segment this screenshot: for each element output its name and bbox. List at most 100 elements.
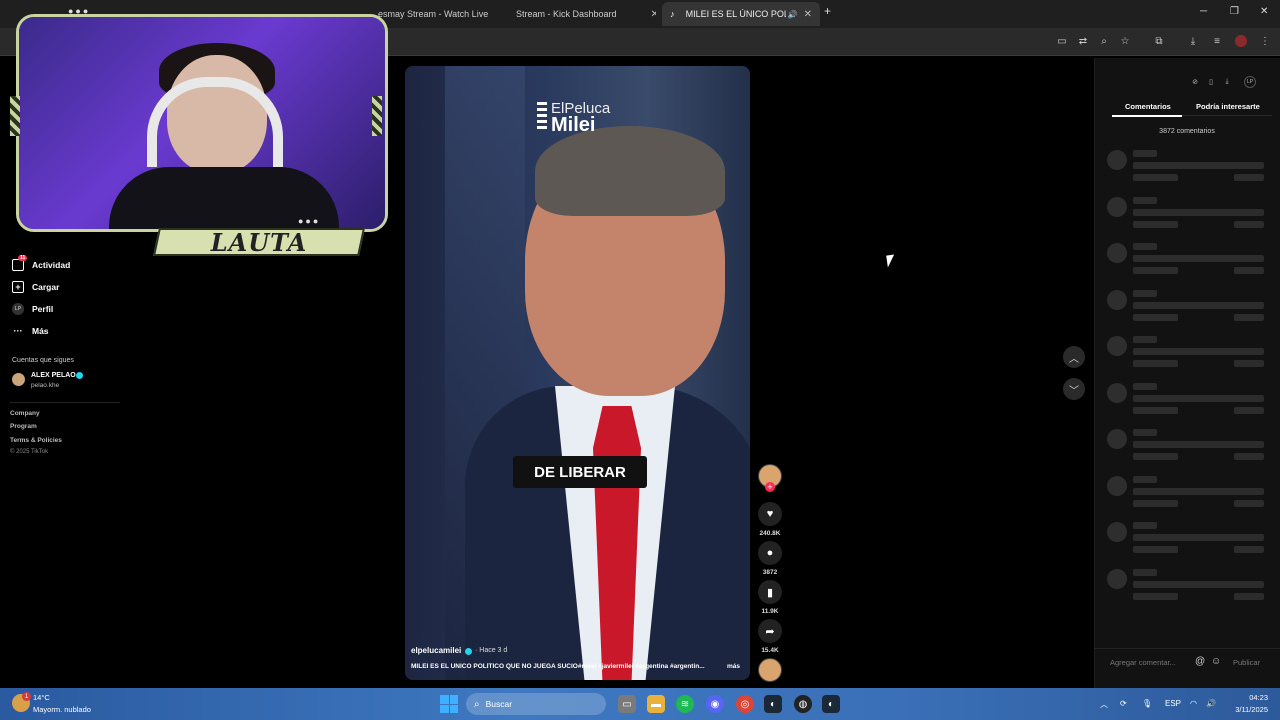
wifi-icon[interactable]: ◠ xyxy=(1190,699,1197,708)
zoom-icon[interactable]: ⌕ xyxy=(1098,35,1110,47)
comment-skeleton-line xyxy=(1133,546,1178,553)
restore-icon[interactable]: ❐ xyxy=(1230,6,1239,17)
device-icon[interactable]: ▯ xyxy=(1205,76,1217,88)
steam-app-icon[interactable]: ◐ xyxy=(822,695,840,713)
channel-logo-bottom: Milei xyxy=(551,114,596,136)
microphone-icon[interactable]: 🎙 xyxy=(1142,699,1152,708)
tiktok-logo-icon: ♪ xyxy=(670,9,675,19)
comment-skeleton-avatar xyxy=(1107,150,1127,170)
download-icon[interactable]: ⤓ xyxy=(1187,35,1199,47)
share-icon: ➦ xyxy=(765,625,775,638)
sound-avatar[interactable] xyxy=(758,658,782,682)
publish-button[interactable]: Publicar xyxy=(1233,658,1260,667)
mention-icon[interactable]: @ xyxy=(1195,656,1205,667)
like-button[interactable]: ♥ xyxy=(758,502,782,526)
heart-icon: ♥ xyxy=(766,508,774,520)
comment-skeleton-line xyxy=(1133,336,1157,343)
obs-icon[interactable]: ◍ xyxy=(794,695,812,713)
follow-plus-icon[interactable]: + xyxy=(765,482,775,492)
comment-skeleton-line xyxy=(1133,267,1178,274)
following-account-name[interactable]: ALEX PELAO xyxy=(31,372,76,379)
more-icon: ··· xyxy=(13,326,23,336)
footer-terms-link[interactable]: Terms & Policies xyxy=(10,437,62,444)
comment-skeleton-line xyxy=(1234,360,1264,367)
see-more-link[interactable]: más xyxy=(727,663,740,670)
comment-skeleton-line xyxy=(1133,255,1264,262)
notification-badge: 1 xyxy=(22,692,31,701)
sidebar-item-profile[interactable]: LP Perfil xyxy=(12,303,53,315)
user-avatar[interactable]: LP xyxy=(1244,76,1256,88)
following-account-username[interactable]: pelao.khe xyxy=(31,382,59,389)
comment-icon: ● xyxy=(766,547,774,559)
sidebar-item-activity[interactable]: 11 Actividad xyxy=(12,255,71,271)
video-author[interactable]: elpelucamilei xyxy=(411,646,461,655)
save-button[interactable]: ▮ xyxy=(758,580,782,604)
close-window-icon[interactable]: ✕ xyxy=(1260,6,1268,17)
spotify-icon[interactable]: ≋ xyxy=(676,695,694,713)
sidebar-item-upload[interactable]: + Cargar xyxy=(12,281,59,293)
profile-avatar-icon[interactable] xyxy=(1235,35,1247,47)
tab-kick-dashboard[interactable]: Stream - Kick Dashboard ✕ xyxy=(510,4,656,24)
taskbar-search-input[interactable] xyxy=(485,699,586,709)
comment-skeleton-line xyxy=(1234,546,1264,553)
comment-skeleton-line xyxy=(1133,394,1264,402)
comment-skeleton-line xyxy=(1133,289,1157,297)
footer-program-link[interactable]: Program xyxy=(10,423,37,430)
discord-icon[interactable]: ◉ xyxy=(706,695,724,713)
extensions-icon[interactable]: ⧉ xyxy=(1153,35,1165,47)
language-indicator[interactable]: ESP xyxy=(1165,699,1181,708)
new-tab-button[interactable]: + xyxy=(824,4,831,18)
embed-icon[interactable]: ⊘ xyxy=(1189,76,1201,88)
tab-search-icon[interactable]: ≡ xyxy=(1211,35,1223,47)
speaker-icon[interactable]: 🔊 xyxy=(788,10,798,19)
sync-icon[interactable]: ⟳ xyxy=(1120,699,1127,708)
mouse-cursor-icon xyxy=(886,254,896,268)
clock-date[interactable]: 3/11/2025 xyxy=(1222,705,1268,714)
file-explorer-icon[interactable]: ▬ xyxy=(647,695,665,713)
chrome-icon[interactable]: ◎ xyxy=(736,695,754,713)
share-button[interactable]: ➦ xyxy=(758,619,782,643)
download-icon[interactable]: ⤓ xyxy=(1221,76,1233,88)
comment-input[interactable] xyxy=(1110,653,1196,671)
comment-skeleton-line xyxy=(1133,453,1178,460)
clock-time[interactable]: 04:23 xyxy=(1230,693,1268,702)
tab-comments[interactable]: Comentarios xyxy=(1125,102,1171,111)
video-description: MILEI ES EL ÚNICO POLÍTICO QUE NO JUEGA … xyxy=(411,663,705,670)
windows-start-icon[interactable] xyxy=(440,695,458,713)
next-video-button[interactable]: ﹀ xyxy=(1063,378,1085,400)
close-icon[interactable]: ✕ xyxy=(651,9,656,20)
taskbar-search[interactable]: ⌕ xyxy=(466,693,606,715)
comment-skeleton-line xyxy=(1133,348,1264,355)
volume-icon[interactable]: 🔊 xyxy=(1206,699,1216,708)
video-player[interactable]: ElPeluca Milei DE LIBERAR elpelucamilei … xyxy=(405,66,750,680)
comment-skeleton-line xyxy=(1133,220,1178,228)
search-icon: ⌕ xyxy=(474,698,480,710)
steam-icon[interactable]: ◐ xyxy=(764,695,782,713)
menu-icon[interactable]: ⋮ xyxy=(1259,35,1271,47)
video-subject-hair xyxy=(535,126,725,216)
previous-video-button[interactable]: ︿ xyxy=(1063,346,1085,368)
comment-button[interactable]: ● xyxy=(758,541,782,565)
tab-kick-stream[interactable]: esmay Stream - Watch Live ✕ xyxy=(378,4,496,24)
emoji-icon[interactable]: ☺ xyxy=(1211,656,1221,667)
tab-tiktok-video[interactable]: ♪ MILEI ES EL ÚNICO POLÍTIC 🔊 ✕ xyxy=(662,2,820,26)
cast-icon[interactable]: ▭ xyxy=(1056,35,1068,47)
tab-label: esmay Stream - Watch Live xyxy=(378,9,489,19)
active-tab-indicator xyxy=(1112,115,1182,117)
footer-company-link[interactable]: Company xyxy=(10,410,40,417)
footer-copyright: © 2025 TikTok xyxy=(10,449,49,455)
tab-label: MILEI ES EL ÚNICO POLÍTIC xyxy=(685,9,786,19)
chevron-up-icon[interactable]: ︿ xyxy=(1100,699,1108,710)
comment-skeleton-line xyxy=(1234,453,1264,460)
avatar[interactable] xyxy=(12,373,25,386)
sidebar-item-more[interactable]: ··· Más xyxy=(12,325,49,337)
close-icon[interactable]: ✕ xyxy=(804,9,812,20)
sidebar-item-label: Actividad xyxy=(32,260,71,270)
minimize-icon[interactable]: ─ xyxy=(1200,6,1207,17)
task-view-icon[interactable]: ▭ xyxy=(618,695,636,713)
tab-related[interactable]: Podría interesarte xyxy=(1196,102,1260,111)
upload-icon: + xyxy=(12,281,24,293)
comment-skeleton-line xyxy=(1133,499,1178,507)
bookmark-star-icon[interactable]: ☆ xyxy=(1119,35,1131,47)
translate-icon[interactable]: ⇄ xyxy=(1077,35,1089,47)
